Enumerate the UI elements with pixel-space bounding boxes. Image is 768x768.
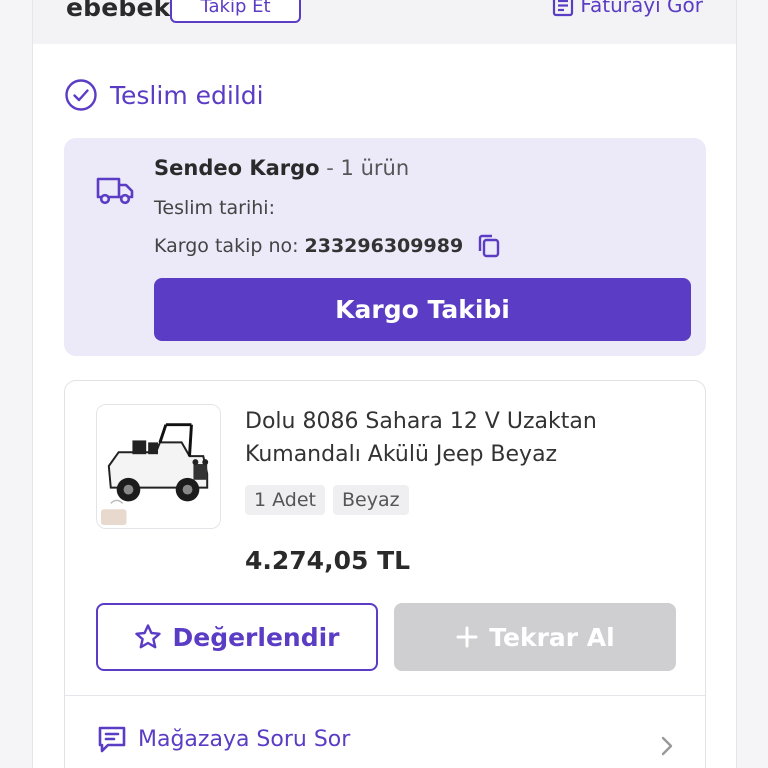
rate-button-label: Değerlendir	[172, 622, 340, 652]
carrier-separator: -	[319, 156, 341, 180]
shipment-card: Sendeo Kargo - 1 ürün Teslim tarihi: Kar…	[64, 138, 706, 356]
tracking-line: Kargo takip no: 233296309989	[154, 232, 503, 260]
product-card: Dolu 8086 Sahara 12 V Uzaktan Kumandalı …	[64, 380, 706, 768]
copy-icon[interactable]	[475, 232, 503, 260]
status-label: Teslim edildi	[110, 80, 264, 110]
delivery-status: Teslim edildi	[64, 78, 264, 112]
jeep-product-image	[97, 405, 220, 528]
delivery-date-label: Teslim tarihi:	[154, 197, 275, 219]
plus-icon	[456, 626, 478, 648]
carrier-line: Sendeo Kargo - 1 ürün	[154, 156, 409, 180]
tracking-number: 233296309989	[304, 235, 464, 257]
product-attributes: 1 Adet Beyaz	[245, 485, 409, 515]
check-circle-icon	[65, 79, 97, 111]
buy-again-label: Tekrar Al	[489, 622, 615, 652]
store-header: ebebek Takip Et Faturayı Gör	[33, 0, 736, 44]
invoice-label: Faturayı Gör	[580, 0, 703, 17]
quantity-chip: 1 Adet	[245, 485, 325, 515]
document-icon	[553, 0, 574, 17]
star-icon	[135, 624, 162, 649]
store-name[interactable]: ebebek	[66, 0, 170, 22]
item-count: 1 ürün	[340, 156, 410, 180]
chevron-right-icon	[661, 736, 673, 756]
rate-button[interactable]: Değerlendir	[96, 603, 378, 671]
ask-store-label: Mağazaya Soru Sor	[138, 726, 351, 752]
truck-icon	[96, 177, 134, 205]
divider	[65, 695, 705, 696]
message-icon	[98, 726, 126, 753]
product-title[interactable]: Dolu 8086 Sahara 12 V Uzaktan Kumandalı …	[245, 405, 665, 471]
cargo-tracking-button[interactable]: Kargo Takibi	[154, 278, 691, 341]
carrier-name: Sendeo Kargo	[154, 156, 320, 180]
view-invoice-link[interactable]: Faturayı Gör	[552, 0, 703, 17]
color-chip: Beyaz	[333, 485, 409, 515]
follow-button[interactable]: Takip Et	[170, 0, 301, 23]
tracking-label: Kargo takip no:	[154, 235, 299, 257]
product-image[interactable]	[96, 404, 221, 529]
product-price: 4.274,05 TL	[245, 546, 411, 575]
buy-again-button[interactable]: Tekrar Al	[394, 603, 676, 671]
order-detail-page: ebebek Takip Et Faturayı Gör Teslim edil…	[32, 0, 737, 768]
ask-store-row[interactable]: Mağazaya Soru Sor	[96, 719, 676, 759]
